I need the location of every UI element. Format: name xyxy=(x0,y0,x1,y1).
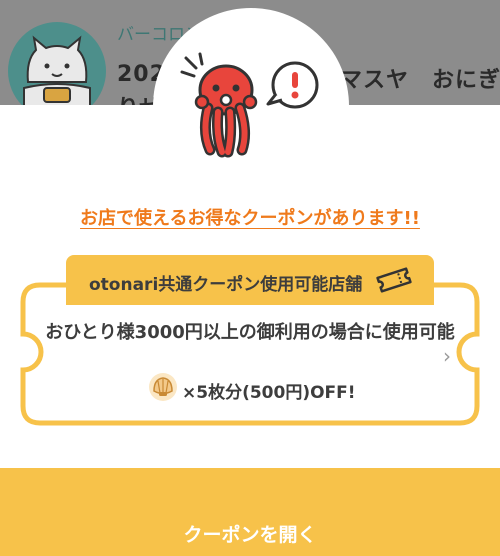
coupon-offer: ×5枚分(500円)OFF! xyxy=(182,383,356,403)
chevron-right-icon[interactable]: › xyxy=(443,344,451,368)
coupon-condition: おひとり様3000円以上の御利用の場合に使用可能 xyxy=(45,322,455,343)
coupon-tab-label: otonari共通クーポン使用可能店舗 xyxy=(89,275,363,295)
ticket-icon xyxy=(376,267,412,293)
background-title-end: マスヤ おにぎ xyxy=(340,68,500,93)
cat-avatar xyxy=(8,22,106,110)
shell-coin-icon xyxy=(149,373,177,401)
coupon-headline: お店で使えるお得なクーポンがあります!! xyxy=(80,208,420,229)
octopus-mascot-icon xyxy=(180,52,319,158)
open-coupon-button-label: クーポンを開く xyxy=(183,524,317,546)
